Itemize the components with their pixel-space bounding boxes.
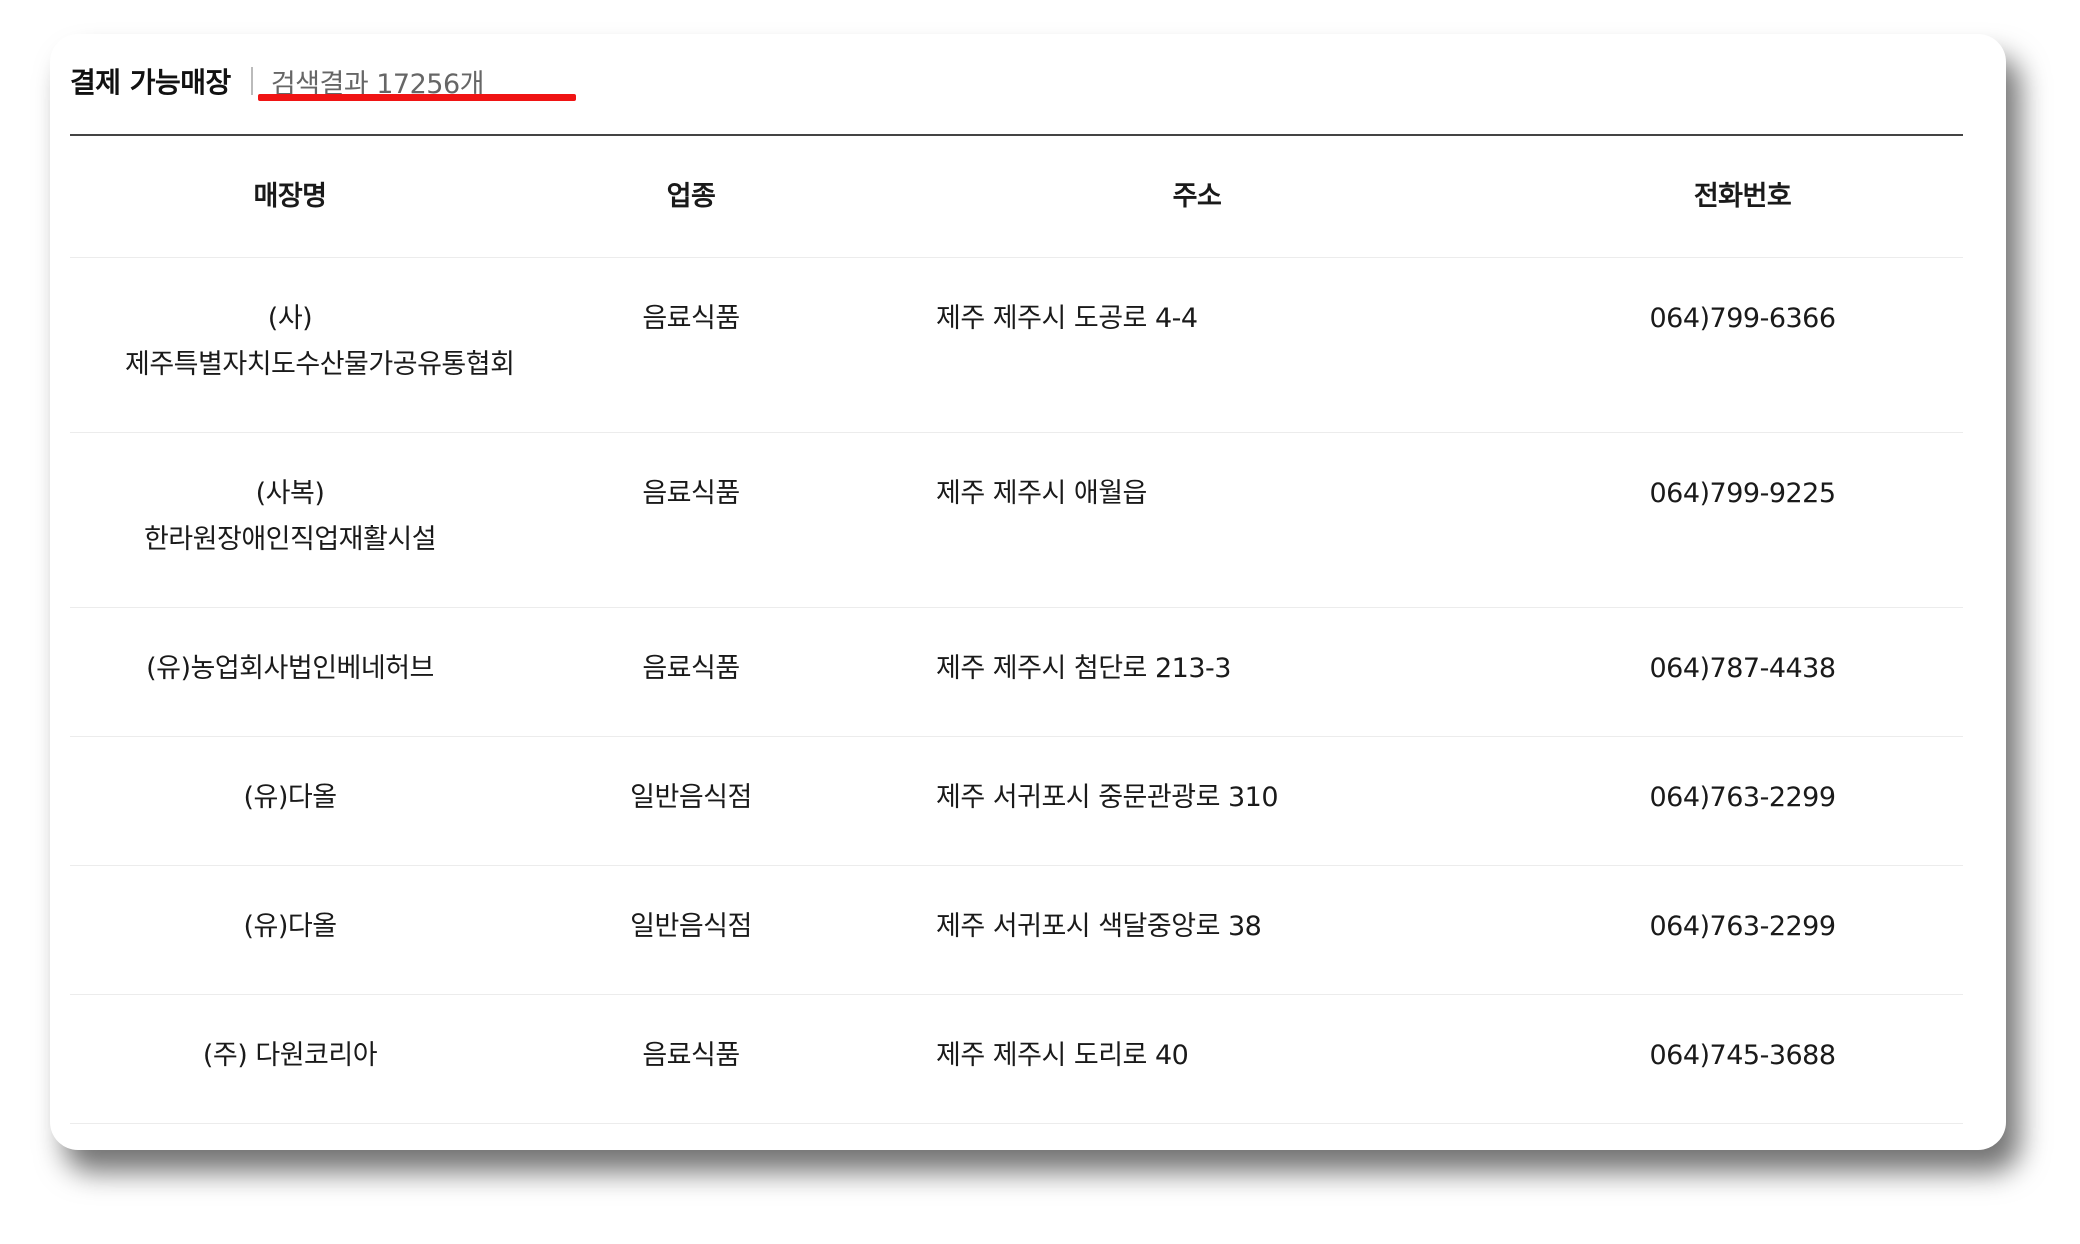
store-phone: 064)787-4438 — [1649, 653, 1836, 684]
store-address: 제주 제주시 도공로 4-4 — [936, 303, 1198, 334]
store-phone: 064)763-2299 — [1649, 911, 1836, 942]
highlight-underline — [258, 94, 576, 101]
store-phone: 064)763-2299 — [1649, 782, 1836, 813]
store-type: 일반음식점 — [630, 782, 752, 813]
store-name: (주) 다원코리아 — [202, 1040, 378, 1071]
column-header-phone: 전화번호 — [1693, 180, 1792, 212]
store-name: (사)제주특별자치도수산물가공유통협회 — [125, 303, 515, 380]
store-address: 제주 서귀포시 중문관광로 310 — [936, 782, 1279, 813]
table-row[interactable]: (사복)한라원장애인직업재활시설 음료식품 제주 제주시 애월읍 064)799… — [70, 433, 1963, 608]
store-phone: 064)745-3688 — [1649, 1040, 1836, 1071]
store-type: 음료식품 — [642, 303, 740, 334]
store-list-card: 결제 가능매장 검색결과 17256개 매장명 업종 주소 전화번호 (사)제주… — [50, 34, 2006, 1150]
store-type: 음료식품 — [642, 478, 740, 509]
column-header-type: 업종 — [666, 180, 716, 212]
page-title: 결제 가능매장 — [70, 66, 231, 99]
table-row[interactable]: (유)다올 일반음식점 제주 서귀포시 중문관광로 310 064)763-22… — [70, 737, 1963, 866]
store-address: 제주 제주시 도리로 40 — [936, 1040, 1189, 1071]
table-row[interactable]: (유)다올 일반음식점 제주 서귀포시 색달중앙로 38 064)763-229… — [70, 866, 1963, 995]
store-type: 음료식품 — [642, 1040, 740, 1071]
table-header-row: 매장명 업종 주소 전화번호 — [70, 136, 1963, 258]
store-type: 음료식품 — [642, 653, 740, 684]
store-table: 매장명 업종 주소 전화번호 (사)제주특별자치도수산물가공유통협회 음료식품 … — [70, 134, 1963, 1124]
store-phone: 064)799-9225 — [1649, 478, 1836, 509]
table-row[interactable]: (사)제주특별자치도수산물가공유통협회 음료식품 제주 제주시 도공로 4-4 … — [70, 258, 1963, 433]
column-header-address: 주소 — [1172, 180, 1222, 212]
store-name: (사복)한라원장애인직업재활시설 — [143, 478, 437, 555]
store-name: (유)다올 — [243, 911, 337, 942]
table-row[interactable]: (유)농업회사법인베네허브 음료식품 제주 제주시 첨단로 213-3 064)… — [70, 608, 1963, 737]
store-address: 제주 서귀포시 색달중앙로 38 — [936, 911, 1262, 942]
store-phone: 064)799-6366 — [1649, 303, 1836, 334]
store-type: 일반음식점 — [630, 911, 752, 942]
store-address: 제주 제주시 첨단로 213-3 — [936, 653, 1231, 684]
column-header-name: 매장명 — [253, 180, 327, 212]
header-divider — [250, 67, 253, 95]
store-address: 제주 제주시 애월읍 — [936, 478, 1147, 509]
store-name: (유)다올 — [243, 782, 337, 813]
store-name: (유)농업회사법인베네허브 — [146, 653, 434, 684]
table-row[interactable]: (주) 다원코리아 음료식품 제주 제주시 도리로 40 064)745-368… — [70, 995, 1963, 1124]
